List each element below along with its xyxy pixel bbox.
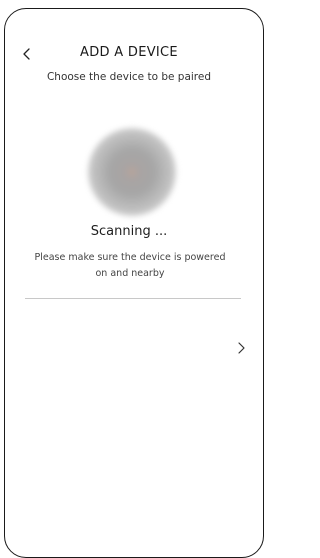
device-row-chevron xyxy=(235,340,247,356)
page-title: ADD A DEVICE xyxy=(80,45,178,60)
header: ADD A DEVICE xyxy=(0,44,258,64)
page-subtitle: Choose the device to be paired xyxy=(46,71,212,83)
scanning-status: Scanning ... xyxy=(90,224,168,239)
scanning-hint: Please make sure the device is powered o… xyxy=(34,252,226,279)
device-list-item[interactable] xyxy=(25,300,247,404)
chevron-right-icon xyxy=(238,342,245,354)
divider xyxy=(25,298,241,299)
phone-frame xyxy=(4,8,264,558)
scanning-indicator xyxy=(88,128,176,216)
